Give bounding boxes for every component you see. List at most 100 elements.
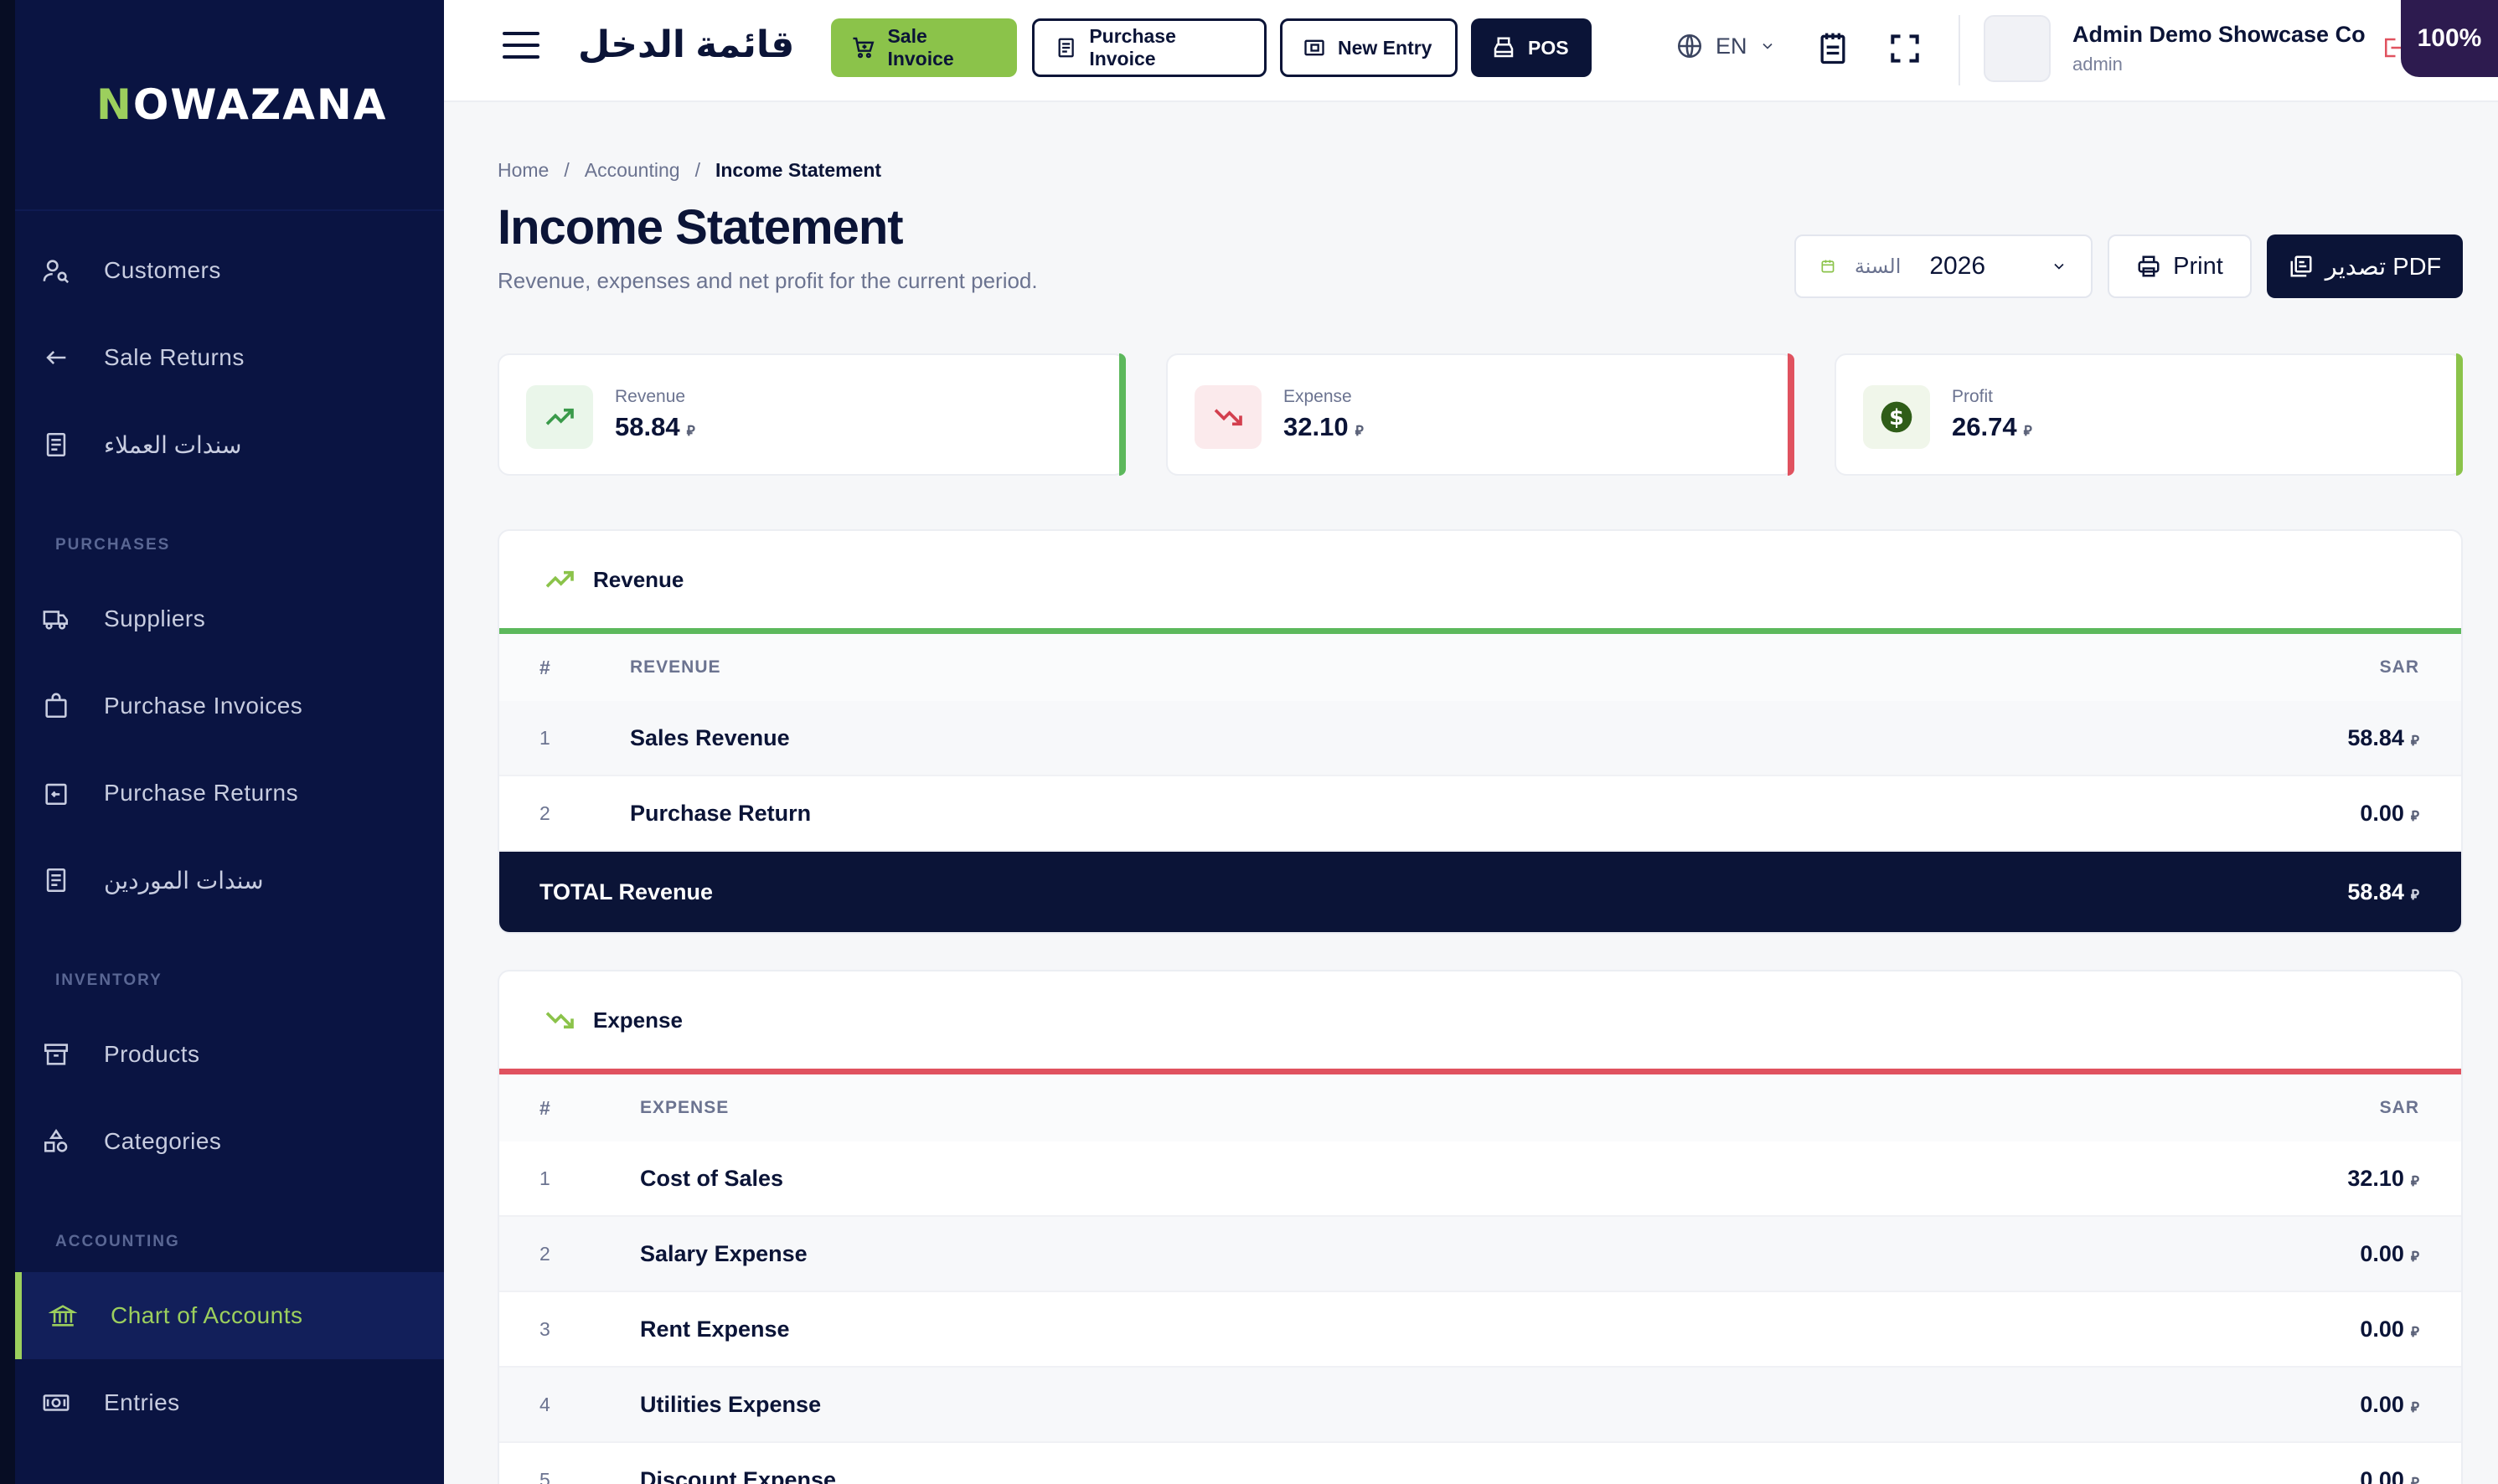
sidebar-item-sale-returns[interactable]: Sale Returns [15,314,444,401]
sidebar-item-label: Products [104,1041,200,1067]
amount-value: 0.00 [2360,1316,2404,1342]
currency-symbol: ⃁ [2410,1172,2419,1189]
purchase-invoice-label: Purchase Invoice [1089,25,1176,70]
export-pdf-button[interactable]: تصدير PDF [2267,234,2463,298]
menu-icon[interactable] [503,32,539,62]
user-name: Admin Demo Showcase Co [2072,22,2366,47]
sidebar-item-supplier-vouchers[interactable]: سندات الموردين [15,837,444,924]
table-header: # REVENUE SAR [499,634,2461,701]
row-name: Sales Revenue [630,724,790,750]
kpi-accent-bar [1788,353,1794,476]
language-select[interactable]: EN [1675,32,1776,60]
column-header-number: # [539,656,551,678]
revenue-header: Revenue [499,531,2461,628]
receipt-icon [42,430,70,459]
kpi-revenue: Revenue 58.84 ⃁ [498,353,1126,476]
table-row: 1 Sales Revenue 58.84 ⃁ [499,701,2461,776]
kpi-value: 58.84 ⃁ [615,412,695,442]
section-accounting: ACCOUNTING [55,1233,180,1250]
currency-symbol: ⃁ [686,423,695,439]
sidebar-item-categories[interactable]: Categories [15,1098,444,1185]
expense-header: Expense [499,971,2461,1069]
trend-down-icon [545,1012,574,1029]
print-button[interactable]: Print [2108,234,2252,298]
trend-down-icon [1195,385,1262,449]
user-search-icon [42,256,70,285]
zoom-badge[interactable]: 100% [2401,0,2498,77]
avatar[interactable] [1984,15,2051,82]
row-name: Salary Expense [640,1240,808,1266]
expense-title: Expense [593,1007,683,1033]
wallet-icon [1304,39,1324,56]
notes-icon[interactable] [1814,28,1851,69]
year-select[interactable]: السنة 2026 [1794,234,2093,298]
row-name: Rent Expense [640,1316,790,1342]
pos-button[interactable]: POS [1471,18,1592,77]
page-subtitle: Revenue, expenses and net profit for the… [498,268,1038,293]
table-row: 2 Purchase Return 0.00 ⃁ [499,776,2461,852]
kpi-value: 32.10 ⃁ [1283,412,1364,442]
amount-value: 0.00 [2360,800,2404,826]
section-inventory: INVENTORY [55,971,163,989]
sidebar-item-label: Entries [104,1389,180,1415]
row-number: 2 [539,1242,550,1265]
sidebar-item-chart-of-accounts[interactable]: Chart of Accounts [15,1272,444,1359]
table-header: # EXPENSE SAR [499,1074,2461,1141]
column-header-amount: SAR [2379,657,2419,677]
column-header-number: # [539,1096,551,1119]
row-amount: 0.00 ⃁ [2126,1317,2461,1342]
kpi-accent-bar [2456,353,2463,476]
row-name: Discount Expense [640,1466,837,1484]
row-number: 1 [539,1167,550,1189]
row-amount: 58.84 ⃁ [2126,725,2461,751]
row-number: 3 [539,1317,550,1340]
total-amount: 58.84 ⃁ [2126,879,2461,905]
chevron-down-icon [1762,43,1773,49]
column-header-name: EXPENSE [640,1098,730,1117]
purchase-invoice-button[interactable]: Purchase Invoice [1032,18,1267,77]
new-entry-label: New Entry [1338,36,1432,59]
row-amount: 32.10 ⃁ [2126,1166,2461,1192]
kpi-label: Profit [1952,387,1994,406]
row-number: 4 [539,1393,550,1415]
expense-divider [499,1069,2461,1074]
breadcrumb-home[interactable]: Home [498,159,549,182]
breadcrumb-separator: / [564,159,570,181]
sidebar-item-customer-vouchers[interactable]: سندات العملاء [15,401,444,488]
bank-icon [49,1301,77,1330]
fullscreen-icon[interactable] [1886,28,1923,69]
new-entry-button[interactable]: New Entry [1280,18,1458,77]
kpi-amount: 26.74 [1952,412,2017,441]
sidebar-item-suppliers[interactable]: Suppliers [15,575,444,662]
breadcrumb-accounting[interactable]: Accounting [585,159,680,182]
revenue-title: Revenue [593,566,684,592]
printer-icon [2138,255,2160,277]
sale-invoice-label: Sale Invoice [887,25,954,70]
sidebar-item-label: Purchase Invoices [104,693,303,719]
amount-value: 0.00 [2360,1240,2404,1266]
revenue-divider [499,628,2461,634]
sidebar-item-products[interactable]: Products [15,1011,444,1098]
brand-logo[interactable]: NOWAZANA [96,80,387,129]
row-amount: 0.00 ⃁ [2126,1241,2461,1267]
amount-value: 0.00 [2360,1391,2404,1417]
sidebar-item-entries[interactable]: Entries [15,1359,444,1446]
sale-invoice-button[interactable]: Sale Invoice [831,18,1017,77]
table-row: 3 Rent Expense 0.00 ⃁ [499,1292,2461,1368]
sidebar-item-customers[interactable]: Customers [15,227,444,314]
shapes-icon [42,1127,70,1156]
row-amount: 0.00 ⃁ [2126,1467,2461,1484]
section-purchases: PURCHASES [55,536,171,554]
table-row: 5 Discount Expense 0.00 ⃁ [499,1443,2461,1484]
year-label: السنة [1854,255,1902,278]
row-amount: 0.00 ⃁ [2126,801,2461,827]
cash-icon [42,1389,70,1417]
pos-label: POS [1528,36,1569,59]
sidebar-item-label: Chart of Accounts [111,1302,303,1328]
sidebar-item-purchase-invoices[interactable]: Purchase Invoices [15,662,444,750]
trend-up-icon [545,570,574,588]
sidebar-item-purchase-returns[interactable]: Purchase Returns [15,750,444,837]
print-label: Print [2173,252,2223,280]
chevron-down-icon [2054,263,2064,270]
kpi-profit: $ Profit 26.74 ⃁ [1835,353,2463,476]
